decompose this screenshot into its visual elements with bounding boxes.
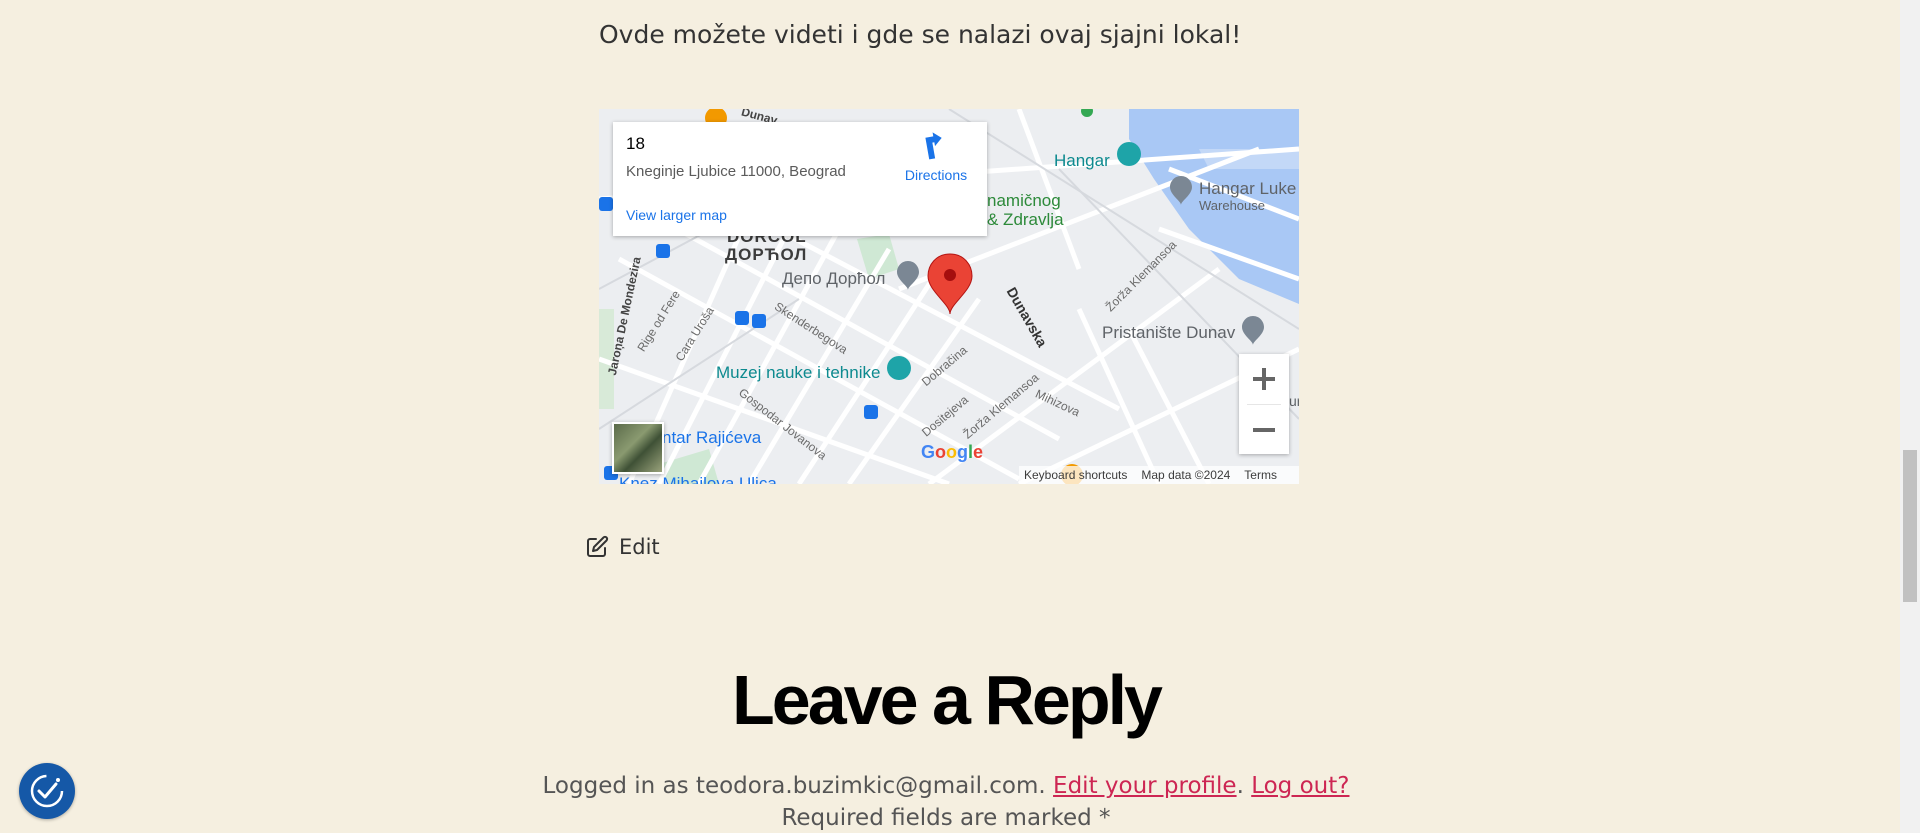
edit-profile-link[interactable]: Edit your profile bbox=[1053, 773, 1237, 799]
zoom-control bbox=[1239, 354, 1289, 454]
edit-label: Edit bbox=[619, 535, 660, 559]
map-label-warehouse: Warehouse bbox=[1199, 198, 1265, 213]
place-name: 18 bbox=[626, 134, 645, 153]
keyboard-shortcuts-link[interactable]: Keyboard shortcuts bbox=[1024, 468, 1127, 482]
leave-reply-heading: Leave a Reply bbox=[732, 661, 1163, 739]
minus-icon bbox=[1253, 428, 1275, 432]
google-logo: Google bbox=[921, 442, 984, 462]
logged-in-line: Logged in as teodora.buzimkic@gmail.com.… bbox=[0, 773, 1892, 799]
map-attribution-bar: Keyboard shortcuts Map data ©2024 Terms bbox=[1019, 466, 1299, 484]
map-label-hangar: Hangar bbox=[1054, 151, 1110, 170]
intro-text: Ovde možete videti i gde se nalazi ovaj … bbox=[599, 20, 1242, 49]
accessibility-icon bbox=[30, 774, 64, 808]
map-data-text: Map data ©2024 bbox=[1141, 468, 1231, 482]
edit-link[interactable]: Edit bbox=[585, 535, 660, 559]
map-label-dinamicnog: namičnog bbox=[987, 191, 1061, 210]
google-map[interactable]: Hangar Hangar Luke Warehouse namičnog & … bbox=[599, 109, 1299, 484]
map-label-zdravlja: & Zdravlja bbox=[987, 210, 1064, 229]
page-scrollbar[interactable] bbox=[1900, 0, 1920, 833]
required-fields-note: Required fields are marked * bbox=[781, 805, 1111, 831]
directions-label: Directions bbox=[904, 167, 968, 183]
directions-icon bbox=[925, 132, 942, 160]
accessibility-button[interactable] bbox=[19, 763, 75, 819]
scrollbar-thumb[interactable] bbox=[1903, 450, 1917, 602]
map-label-rajiceva: ntar Rajićeva bbox=[662, 428, 762, 447]
satellite-toggle[interactable] bbox=[612, 422, 664, 474]
map-label-dorcol-cyrillic: ДОРЋОЛ bbox=[725, 245, 808, 264]
zoom-in-button[interactable] bbox=[1239, 354, 1289, 404]
edit-pencil-icon bbox=[587, 535, 609, 557]
zoom-out-button[interactable] bbox=[1239, 405, 1289, 455]
place-address: Kneginje Ljubice 11000, Beograd bbox=[626, 163, 846, 180]
map-label-pristaniste: Pristanište Dunav bbox=[1102, 323, 1236, 342]
terms-link[interactable]: Terms bbox=[1244, 468, 1277, 482]
map-label-hangar-luke: Hangar Luke bbox=[1199, 179, 1297, 198]
view-larger-map-link[interactable]: View larger map bbox=[626, 207, 727, 223]
place-info-card: 18 Kneginje Ljubice 11000, Beograd View … bbox=[613, 122, 987, 236]
period-separator: . bbox=[1236, 773, 1244, 799]
plus-icon bbox=[1253, 368, 1275, 390]
map-label-muzej: Muzej nauke i tehnike bbox=[716, 363, 881, 382]
directions-button[interactable]: Directions bbox=[896, 132, 976, 183]
map-label-depo: Депо Дорћол bbox=[782, 269, 886, 288]
map-label-edge: ur bbox=[1289, 393, 1299, 409]
map-label-knez-mihailova: Knez Mihailova Ulica bbox=[619, 474, 777, 484]
logged-in-text: Logged in as teodora.buzimkic@gmail.com. bbox=[542, 773, 1046, 799]
logout-link[interactable]: Log out? bbox=[1251, 773, 1349, 799]
